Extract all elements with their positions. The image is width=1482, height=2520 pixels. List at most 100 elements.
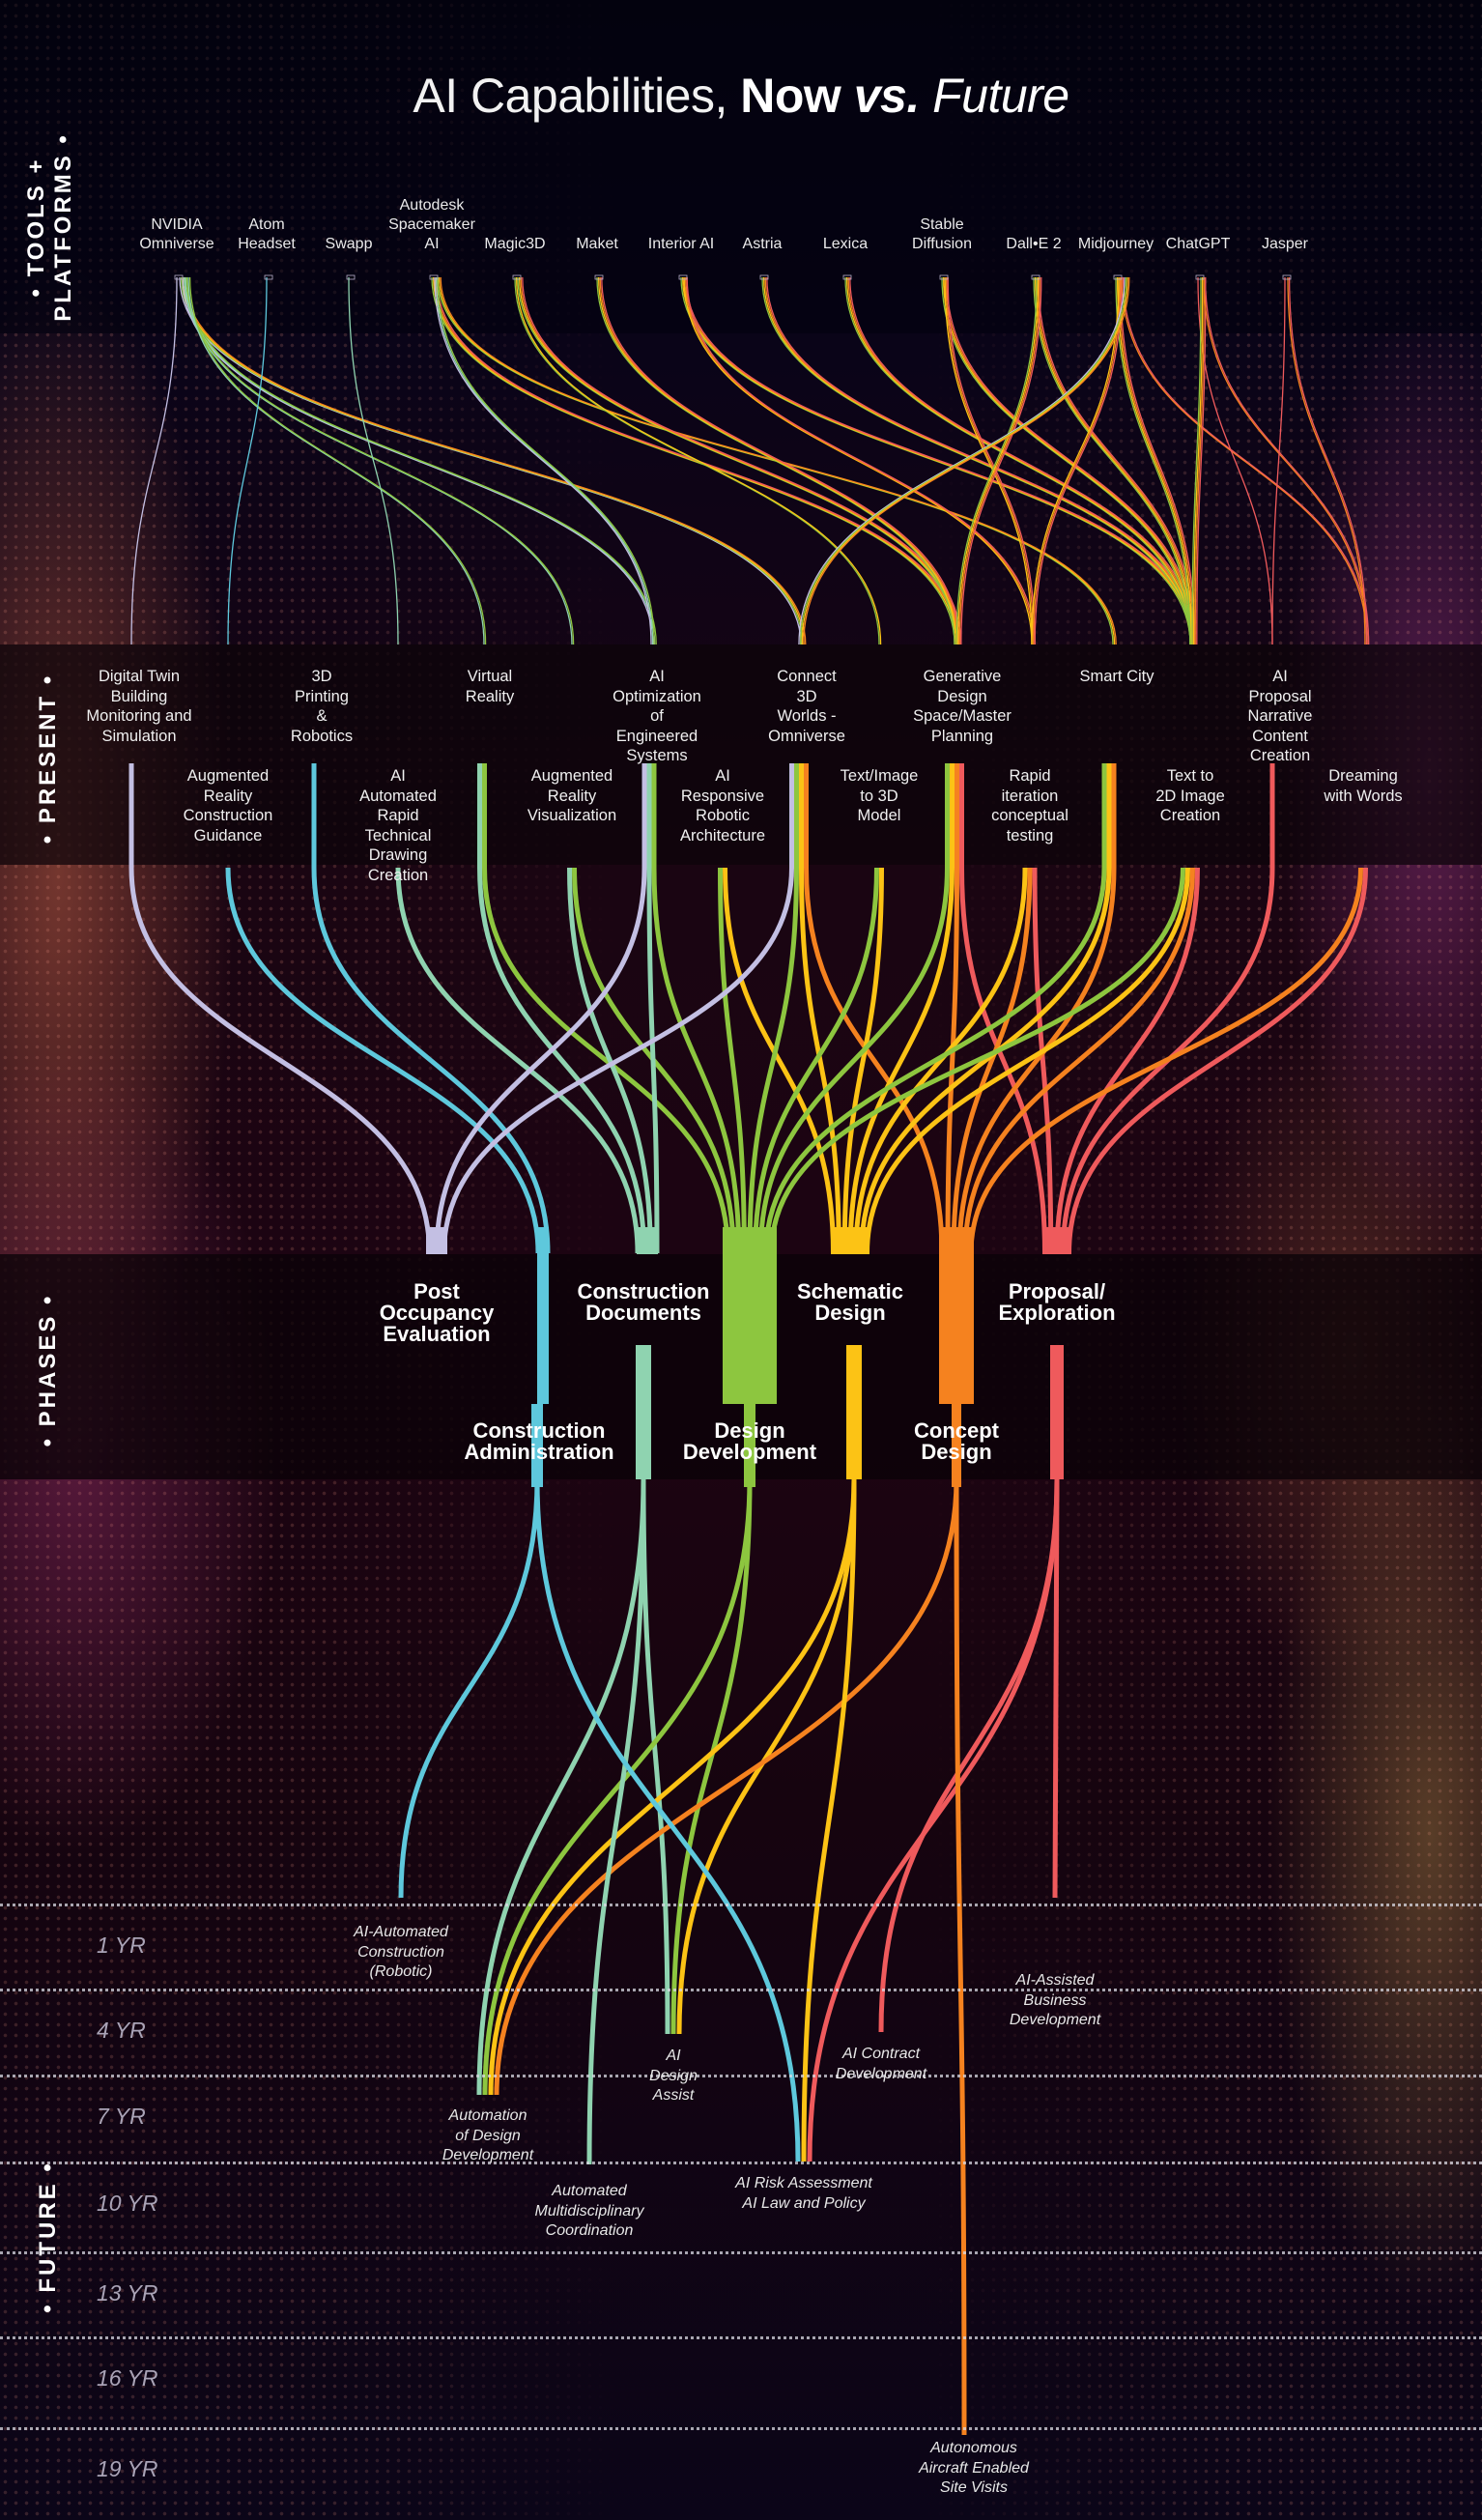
timeline-label: 7 YR [97, 2104, 146, 2129]
tool-to-present-line [1122, 276, 1370, 645]
present-item-bar [482, 763, 487, 868]
tool-to-present-line [435, 276, 654, 645]
future-item-label: AI Risk Assessment AI Law and Policy [735, 2175, 872, 2212]
present-item-label: Text/Image to 3D Model [840, 767, 919, 824]
tool-to-present-line [1271, 276, 1286, 645]
tool-to-present-line [434, 276, 652, 645]
phase-label-proposal-exploration: Proposal/Exploration [998, 1279, 1116, 1325]
phase-label-construction-documents: Construction Documents [577, 1279, 710, 1325]
timeline-label: 13 YR [97, 2280, 158, 2305]
section-label-tools-line2: PLATFORMS • [50, 132, 76, 322]
phase-bar-design-development [723, 1227, 777, 1404]
phase-stub-construction-documents [636, 1345, 651, 1479]
title-part-future: Future [919, 69, 1069, 123]
tool-to-present-line [185, 276, 657, 645]
tool-to-present-line [1121, 276, 1368, 645]
present-item-label: 3D Printing & Robotics [290, 668, 354, 745]
phase-bar-schematic-design [831, 1227, 869, 1254]
phase-to-future-curve [878, 1478, 1060, 2033]
tool-label: Midjourney [1077, 236, 1154, 252]
present-to-phase-curve [442, 867, 794, 1254]
tool-to-present-line [227, 276, 268, 645]
present-item-bar [1106, 763, 1112, 868]
timeline-label: 4 YR [97, 2018, 146, 2043]
tool-to-present-line [956, 276, 1040, 645]
flow-diagram [128, 274, 1370, 2436]
tool-to-present-line [348, 276, 399, 645]
phase-bar-construction-admin [537, 1227, 549, 1404]
present-item-label: Rapid iteration conceptual testing [991, 767, 1069, 845]
present-to-phase-curve [769, 867, 1185, 1254]
tool-label: Autodesk Spacemaker AI [388, 197, 475, 252]
timeline-gridline [0, 2162, 1482, 2164]
present-item-bar [311, 763, 317, 868]
tool-label: Stable Diffusion [912, 216, 972, 252]
tool-to-present-line [958, 276, 1040, 645]
present-item-bar [804, 763, 809, 868]
tool-to-present-line [596, 276, 955, 645]
present-item-label: Digital Twin Building Monitoring and Simula… [86, 668, 192, 745]
timeline-gridline [0, 1904, 1482, 1906]
present-item-label: AI Responsive Robotic Architecture [679, 767, 766, 845]
present-item-label: AI Proposal Narrative Content Creation [1247, 668, 1313, 764]
tool-to-present-line [955, 276, 1038, 645]
tool-label: Interior AI [647, 236, 715, 252]
tool-label: NVIDIA Omniverse [139, 216, 214, 252]
present-item-label: Smart City [1079, 668, 1154, 685]
present-item-bar [959, 763, 964, 868]
tool-to-present-line [1288, 276, 1368, 645]
present-to-phase-curve [1067, 867, 1368, 1254]
present-item-bar [794, 763, 799, 868]
present-item-bar [945, 763, 950, 868]
section-label-future: • FUTURE • [35, 2161, 61, 2313]
timeline-label: 1 YR [97, 1933, 146, 1958]
present-item-bar [1269, 763, 1275, 868]
phase-bar-post-occupancy [426, 1227, 447, 1254]
title-part-vs: vs. [841, 69, 921, 123]
tool-to-present-line [803, 276, 1130, 645]
section-label-present: • PRESENT • [35, 673, 61, 845]
present-to-phase-curve [747, 867, 799, 1254]
present-item-bar [950, 763, 955, 868]
present-to-phase-curve [718, 867, 747, 1254]
timeline-label: 10 YR [97, 2191, 158, 2216]
tool-anchor [264, 274, 273, 280]
present-item-label: AI Automated Rapid Technical Drawing Creation [359, 767, 437, 884]
present-item-bar [799, 763, 804, 868]
section-label-tools: • TOOLS + PLATFORMS • [23, 132, 77, 322]
tool-to-present-line [1033, 276, 1191, 645]
timeline-label: 16 YR [97, 2365, 158, 2391]
future-item-label: Autonomous Aircraft Enabled Site Visits [919, 2440, 1029, 2496]
tool-label: Atom Headset [238, 216, 296, 252]
present-to-phase-curve [311, 867, 551, 1254]
phase-to-future-curve [398, 1478, 540, 1899]
present-item-bar [789, 763, 794, 868]
future-item-label: AI-Automated Construction (Robotic) [354, 1924, 448, 1980]
tool-label: ChatGPT [1165, 236, 1231, 252]
phase-bar-construction-documents [637, 1227, 658, 1254]
present-item-bar [128, 763, 134, 868]
present-item-label: Dreaming with Words [1324, 767, 1403, 805]
timeline-label: 19 YR [97, 2456, 158, 2481]
present-item-bar [955, 763, 959, 868]
timeline-gridline [0, 2336, 1482, 2339]
future-item-label: AI-Assisted Business Development [1009, 1972, 1101, 2028]
tool-label: Dall•E 2 [1006, 236, 1062, 252]
present-item-bar [1111, 763, 1117, 868]
tool-label: Magic3D [484, 236, 546, 252]
tool-to-present-line [1204, 276, 1370, 645]
timeline-gridline [0, 1989, 1482, 1991]
title-part-now: Now [740, 69, 841, 123]
tool-to-present-line [187, 276, 485, 645]
present-item-label: Augmented Reality Visualization [527, 767, 617, 824]
present-item-label: Augmented Reality Construction Guidance [183, 767, 273, 845]
tool-label: Maket [576, 236, 618, 252]
future-item-label: Automation of Design Development [442, 2107, 534, 2163]
tool-label: Swapp [325, 236, 373, 252]
present-item-label: Generative Design Space/Master Planning [913, 668, 1012, 745]
phase-label-concept-design: Concept Design [914, 1418, 999, 1464]
tool-to-present-line [437, 276, 655, 645]
tool-to-present-line [185, 276, 575, 645]
tool-to-present-line [185, 276, 573, 645]
present-item-bar [651, 763, 657, 868]
